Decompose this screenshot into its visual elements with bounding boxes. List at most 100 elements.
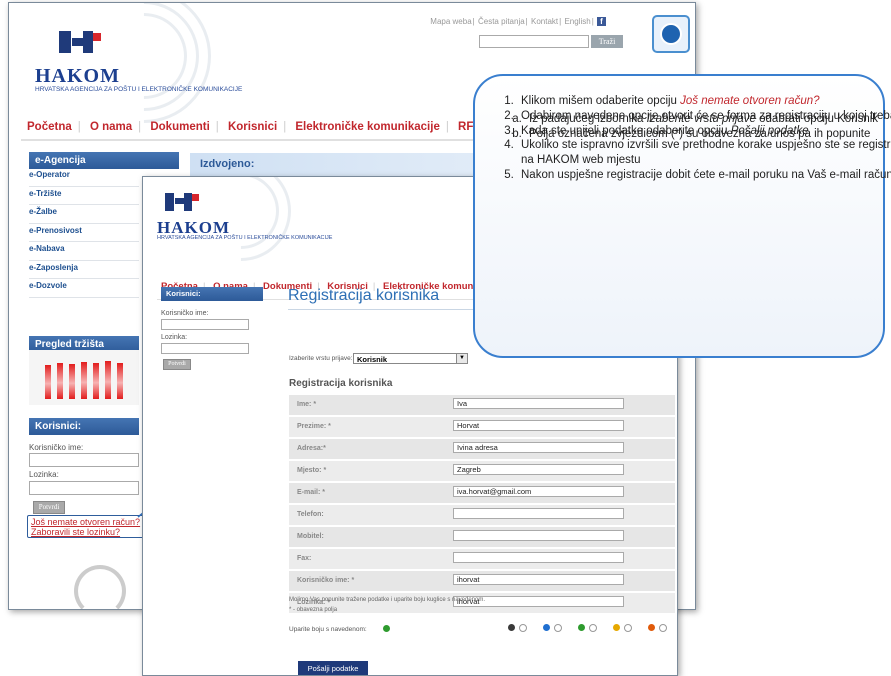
email-field[interactable]: iva.horvat@gmail.com [453, 486, 624, 497]
username-label: Korisničko ime: [29, 443, 84, 452]
instruction-1-link-text: Još nemate otvoren račun? [680, 95, 820, 107]
registration-type-value: Korisnik [357, 355, 388, 364]
page-title: Registracija korisnika [288, 287, 440, 304]
form-row-address: Adresa:* Ivina adresa [289, 439, 675, 459]
password-label: Lozinka: [29, 470, 59, 479]
password-input[interactable] [161, 343, 249, 354]
hakom-logo-subtitle: HRVATSKA AGENCIJA ZA POŠTU I ELEKTRONIČK… [157, 235, 333, 241]
chevron-down-icon[interactable]: ▼ [456, 354, 467, 363]
facebook-icon[interactable]: f [597, 17, 606, 27]
nav-documents[interactable]: Dokumenti [150, 121, 209, 133]
submit-button[interactable]: Pošalji podatke [298, 661, 368, 675]
accessibility-icon[interactable] [652, 15, 690, 53]
form-note: Molimo Vas popunite tražene podatke i up… [289, 597, 486, 603]
instruction-5: Nakon uspješne registracije dobit ćete e… [517, 168, 891, 183]
market-overview-chart[interactable] [29, 350, 139, 405]
username-label: Korisničko ime: * [297, 577, 355, 584]
sidebar-item-e-employment[interactable]: e-Zaposlenja [29, 261, 139, 279]
login-button[interactable]: Potvrdi [163, 359, 191, 370]
chart-bar [45, 365, 51, 399]
e-agency-header: e-Agencija [29, 152, 179, 169]
main-navigation: Početna | O nama | Dokumenti | Korisnici | E… [27, 121, 474, 133]
e-agency-list: e-Operator e-Tržište e-Žalbe e-Prenosivo… [29, 168, 139, 298]
clock-decoration-icon [74, 565, 126, 609]
yellow-ball-icon [613, 624, 620, 631]
users-header: Korisnici: [161, 287, 263, 301]
faq-link[interactable]: Česta pitanja [478, 17, 525, 26]
color-radio-orange[interactable] [659, 624, 667, 632]
email-label: E-mail: * [297, 489, 326, 496]
phone-field[interactable] [453, 508, 624, 519]
instruction-2b: Polja označena zvjezdicom (*) su obavezn… [525, 127, 891, 142]
registration-type-label: Izaberite vrstu prijave: [289, 355, 353, 362]
instruction-2: Odabirom navedene opcije otvorit će se f… [517, 109, 891, 140]
search-input[interactable] [479, 35, 589, 48]
address-field[interactable]: Ivina adresa [453, 442, 624, 453]
featured-title: Izdvojeno: [200, 158, 255, 170]
mobile-field[interactable] [453, 530, 624, 541]
form-row-city: Mjesto: * Zagreb [289, 461, 675, 481]
hakom-logo-subtitle: HRVATSKA AGENCIJA ZA POŠTU I ELEKTRONIČK… [35, 86, 243, 93]
city-label: Mjesto: * [297, 467, 327, 474]
username-input[interactable] [161, 319, 249, 330]
search-button[interactable]: Traži [591, 35, 623, 48]
instruction-2a: Iz padajućeg izbornika Izaberite vrstu p… [525, 112, 891, 127]
fax-field[interactable] [453, 552, 624, 563]
form-row-email: E-mail: * iva.horvat@gmail.com [289, 483, 675, 503]
nav-home[interactable]: Početna [27, 121, 72, 133]
chart-bar [69, 364, 75, 399]
fax-label: Fax: [297, 555, 312, 562]
nav-users[interactable]: Korisnici [228, 121, 277, 133]
english-link[interactable]: English [564, 17, 590, 26]
first-name-field[interactable]: Iva [453, 398, 624, 409]
first-name-label: Ime: * [297, 401, 317, 408]
green-ball-icon [578, 624, 585, 631]
sidebar-item-e-operator[interactable]: e-Operator [29, 168, 139, 187]
sidebar-item-e-permits[interactable]: e-Dozvole [29, 279, 139, 298]
registration-type-select[interactable]: Korisnik ▼ [353, 353, 468, 364]
form-row-mobile: Mobitel: [289, 527, 675, 547]
last-name-field[interactable]: Horvat [453, 420, 624, 431]
form-row-password: Lozinka: * ihorvat [289, 593, 675, 613]
hakom-logo-mark [165, 191, 201, 215]
sidebar-item-e-complaints[interactable]: e-Žalbe [29, 205, 139, 224]
username-label: Korisničko ime: [161, 310, 209, 317]
orange-ball-icon [648, 624, 655, 631]
target-color-ball-icon [383, 625, 390, 632]
form-row-last-name: Prezime: * Horvat [289, 417, 675, 437]
color-radio-blue[interactable] [554, 624, 562, 632]
login-button[interactable]: Potvrdi [33, 501, 65, 514]
chart-bar [117, 363, 123, 399]
sidebar-item-e-market[interactable]: e-Tržište [29, 187, 139, 205]
users-header: Korisnici: [29, 418, 139, 435]
instruction-2-sublist: Iz padajućeg izbornika Izaberite vrstu p… [499, 112, 891, 142]
hakom-logo-text: HAKOM [35, 65, 120, 87]
instruction-1: Klikom mišem odaberite opciju Još nemate… [517, 94, 891, 109]
color-radio-yellow[interactable] [624, 624, 632, 632]
username-input[interactable] [29, 453, 139, 467]
instructions-list: Klikom mišem odaberite opciju Još nemate… [487, 94, 891, 183]
username-field[interactable]: ihorvat [453, 574, 624, 585]
password-input[interactable] [29, 481, 139, 495]
form-row-phone: Telefon: [289, 505, 675, 525]
nav-electronic-communications[interactable]: Elektroničke komunikacije [295, 121, 439, 133]
form-row-first-name: Ime: * Iva [289, 395, 675, 415]
top-utility-nav: Mapa weba| Česta pitanja| Kontakt| Engli… [429, 17, 607, 27]
required-note: * - obavezna polja [289, 607, 338, 613]
address-label: Adresa:* [297, 445, 326, 452]
nav-rf[interactable]: RF [458, 121, 473, 133]
contact-link[interactable]: Kontakt [531, 17, 558, 26]
chart-bar [81, 362, 87, 399]
chart-bar [57, 363, 63, 399]
sitemap-link[interactable]: Mapa weba [430, 17, 471, 26]
city-field[interactable]: Zagreb [453, 464, 624, 475]
mobile-label: Mobitel: [297, 533, 324, 540]
nav-about[interactable]: O nama [90, 121, 132, 133]
sidebar-item-e-portability[interactable]: e-Prenosivost [29, 224, 139, 242]
color-radio-dark[interactable] [519, 624, 527, 632]
sidebar-item-e-procurement[interactable]: e-Nabava [29, 242, 139, 261]
chart-bar [105, 361, 111, 399]
password-label: Lozinka: [161, 334, 188, 341]
form-row-fax: Fax: [289, 549, 675, 569]
color-radio-green[interactable] [589, 624, 597, 632]
